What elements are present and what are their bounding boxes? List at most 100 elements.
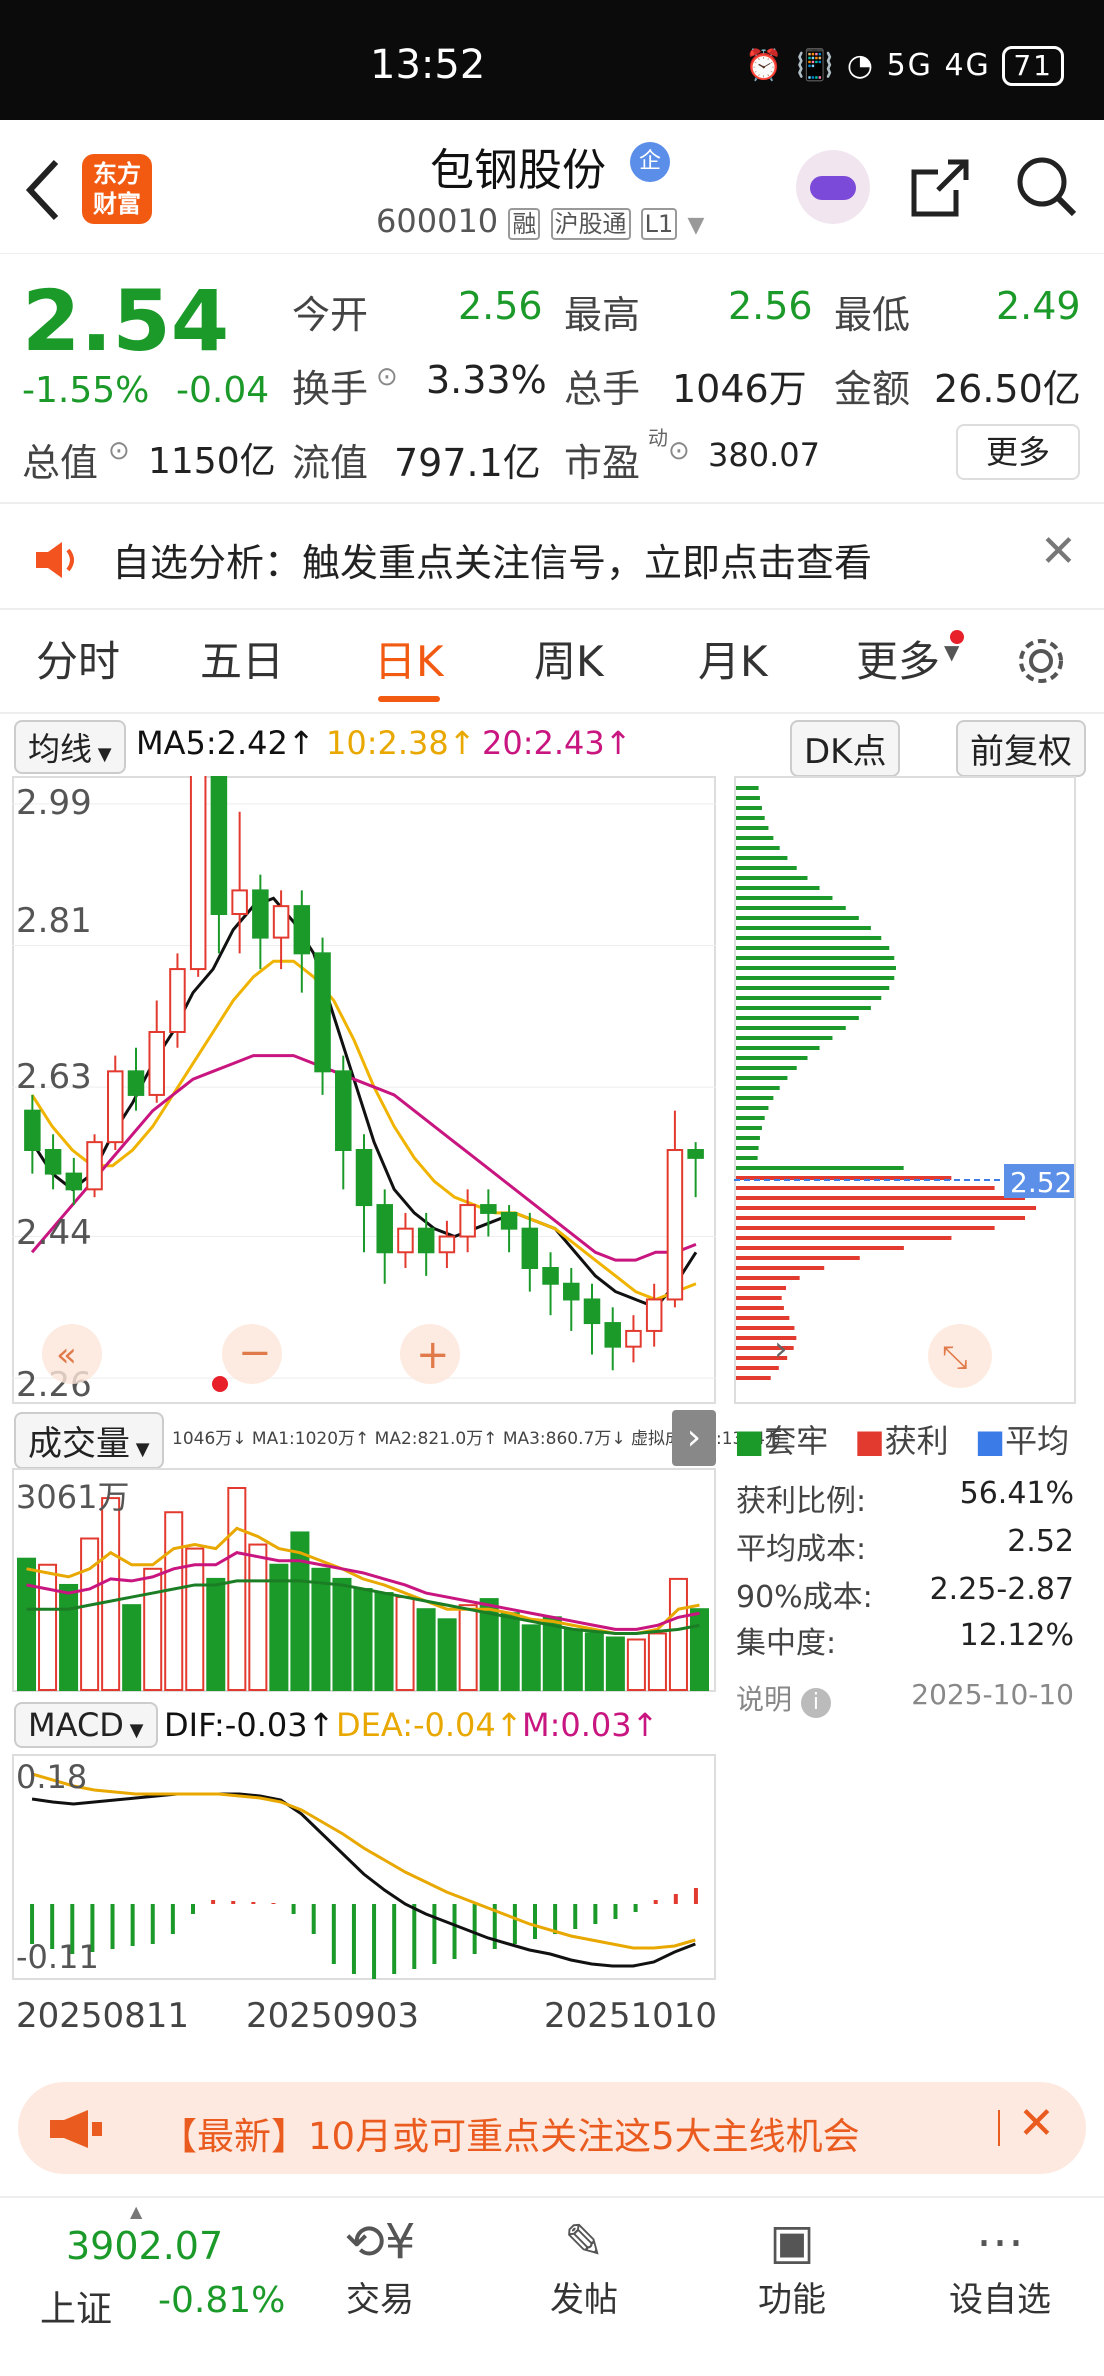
volume-bar <box>227 1487 247 1691</box>
tab-daily-k[interactable]: 日K <box>374 628 444 689</box>
grid-icon: ▣ <box>769 2214 815 2270</box>
more-button[interactable]: 更多 <box>956 424 1080 480</box>
candle <box>583 1298 601 1325</box>
battery-icon: 71 <box>1002 46 1064 86</box>
chip-bar <box>736 986 890 990</box>
ma5-label: MA5:2.42↑ <box>136 724 315 762</box>
chip-bar <box>736 1376 771 1380</box>
back-icon[interactable] <box>22 158 62 222</box>
y-tick: 2.44 <box>16 1213 92 1253</box>
index-value[interactable]: 3902.07 <box>66 2224 223 2268</box>
notice-bar[interactable]: 自选分析：触发重点关注信号，立即点击查看 ✕ <box>0 504 1104 610</box>
chip-bar <box>736 1266 825 1270</box>
candle <box>24 1109 41 1151</box>
volume-bar <box>206 1577 226 1691</box>
notification-dot <box>950 630 964 644</box>
volume-label: 总手 <box>564 367 641 411</box>
logo-line1: 东方 <box>93 160 141 188</box>
macd-selector-label: MACD <box>28 1706 124 1744</box>
kline-chart[interactable]: 2.99 2.81 2.63 2.44 2.26 « − + <box>12 776 716 1404</box>
volume-bar <box>374 1592 394 1691</box>
close-icon[interactable]: ✕ <box>1040 526 1077 577</box>
chip-bar <box>736 876 808 880</box>
info-icon[interactable]: ⊙ <box>376 362 398 392</box>
macd-chart[interactable]: 0.18 -0.11 <box>12 1754 716 1980</box>
candle <box>645 1298 663 1332</box>
chevron-right-icon[interactable]: › <box>774 1329 788 1369</box>
volume-bar <box>500 1612 520 1692</box>
float-value: 797.1亿 <box>394 441 541 485</box>
candle <box>127 1070 145 1096</box>
nav-post[interactable]: ✎ 发帖 <box>534 2214 634 2321</box>
nav-add-watchlist-label: 设自选 <box>949 2280 1051 2320</box>
ma-selector[interactable]: 均线 ▼ <box>14 720 126 774</box>
info-icon[interactable]: ⊙ <box>108 436 130 466</box>
pe-label: 市盈 <box>564 441 641 485</box>
dk-point-button[interactable]: DK点 <box>790 720 901 777</box>
dea-label: DEA:-0.04↑ <box>336 1706 523 1744</box>
candle <box>107 1070 124 1144</box>
adjust-button[interactable]: 前复权 <box>956 720 1086 777</box>
chip-distribution-chart[interactable]: 2.52 › ⤡ <box>734 776 1076 1404</box>
search-icon[interactable] <box>1014 154 1078 218</box>
close-icon[interactable]: ✕ <box>1018 2098 1055 2149</box>
tab-five-day[interactable]: 五日 <box>200 628 284 689</box>
legend-swatch-profit: ■ <box>854 1422 885 1460</box>
chevron-right-icon[interactable]: › <box>672 1410 716 1466</box>
nav-trade[interactable]: ⟲¥ 交易 <box>330 2214 430 2321</box>
macd-selector[interactable]: MACD ▼ <box>14 1702 158 1748</box>
chip-bar <box>736 1186 995 1190</box>
nav-functions[interactable]: ▣ 功能 <box>742 2214 842 2321</box>
chip-bar <box>736 826 769 830</box>
vibrate-icon: 📳 <box>795 48 836 83</box>
candle <box>521 1227 539 1269</box>
chip-bar <box>736 966 896 970</box>
gear-icon[interactable] <box>1014 634 1068 688</box>
stock-name: 包钢股份 <box>430 145 606 196</box>
date-mid: 20250903 <box>246 1996 420 2036</box>
stat-label: 获利比例: <box>736 1484 867 1519</box>
tab-more[interactable]: 更多 <box>856 628 940 689</box>
tab-monthly-k[interactable]: 月K <box>698 628 768 689</box>
volume-bar <box>101 1497 121 1691</box>
candle <box>252 889 269 939</box>
active-tab-indicator <box>378 696 440 702</box>
nav-add-watchlist[interactable]: ⋯ 设自选 <box>940 2214 1060 2321</box>
volume-chart[interactable]: 3061万 <box>12 1468 716 1692</box>
stat-value: 12.12% <box>959 1618 1074 1653</box>
volume-selector[interactable]: 成交量 ▼ <box>14 1412 164 1469</box>
chip-bar <box>736 806 762 810</box>
tab-intraday[interactable]: 分时 <box>36 628 120 689</box>
candle <box>500 1211 518 1230</box>
high-value: 2.56 <box>728 284 813 328</box>
chip-bar <box>736 1086 780 1090</box>
chip-bar <box>736 896 833 900</box>
candle <box>65 1172 83 1191</box>
volume-bar <box>248 1543 268 1691</box>
ad-banner[interactable]: 【最新】10月或可重点关注这5大主线机会 ✕ <box>18 2082 1086 2174</box>
high-label: 最高 <box>564 293 641 337</box>
chip-bar <box>736 846 780 850</box>
chip-bar <box>736 1116 765 1120</box>
y-tick: 2.99 <box>16 783 92 823</box>
yuan-icon: ⟲¥ <box>344 2214 416 2270</box>
macd-top: 0.18 <box>16 1758 87 1796</box>
chip-bar <box>736 1066 797 1070</box>
chevron-down-icon[interactable]: ▼ <box>687 213 704 238</box>
share-icon[interactable] <box>908 156 972 220</box>
assistant-avatar[interactable] <box>796 150 870 224</box>
info-icon[interactable]: ⊙ <box>668 436 690 466</box>
chip-bar <box>736 906 846 910</box>
tab-weekly-k[interactable]: 周K <box>534 628 604 689</box>
volume-bar <box>80 1537 100 1691</box>
chip-note-label[interactable]: 说明 i <box>736 1678 831 1718</box>
chip-bar <box>736 1026 846 1030</box>
volume-max: 3061万 <box>16 1478 129 1516</box>
volume-bar <box>584 1632 604 1692</box>
chip-bar <box>736 1036 833 1040</box>
candle <box>542 1267 559 1285</box>
status-bar: 13:52 ⏰ 📳 ◔ 5G 4G 71 <box>0 0 1104 120</box>
open-label: 今开 <box>292 293 369 337</box>
app-logo[interactable]: 东方 财富 <box>82 154 152 224</box>
chip-bar <box>736 1216 1026 1220</box>
